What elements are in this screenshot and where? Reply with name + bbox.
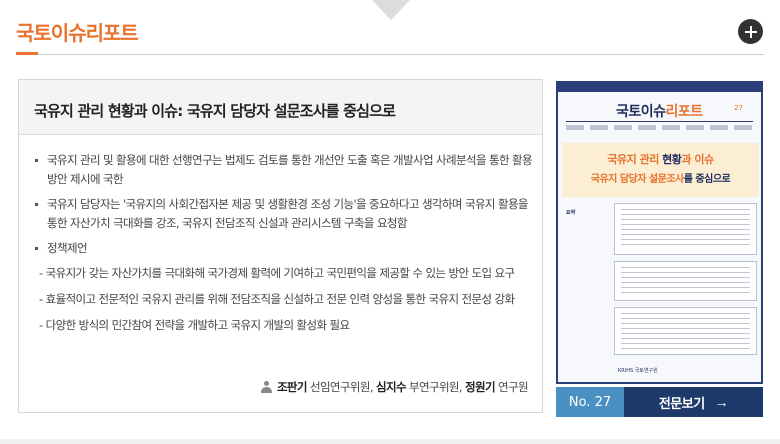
title-underline-accent — [16, 52, 38, 55]
top-notch-decoration — [372, 0, 410, 20]
summary-item-text: 정책제언 — [47, 241, 88, 255]
author-name: 정원기 — [465, 380, 496, 394]
authors-line: 조판기 선임연구위원, 심지수 부연구위원, 정원기 연구원 — [260, 379, 529, 395]
more-plus-button[interactable] — [738, 19, 763, 44]
summary-item: 정책제언 - 국유지가 갖는 자산가치를 극대화해 국가경제 활력에 기여하고 … — [35, 239, 535, 335]
cover-text-box — [614, 261, 757, 301]
cover-top-band — [558, 83, 761, 92]
summary-list: 국유지 관리 및 활용에 대한 선행연구는 법제도 검토를 통한 개선안 도출 … — [35, 151, 535, 342]
author-role: 선임연구위원 — [309, 380, 370, 394]
view-full-label: 전문보기 — [658, 395, 705, 411]
cover-section-label: 요약 — [566, 210, 576, 216]
bullet-icon — [35, 203, 38, 206]
arrow-right-icon: → — [714, 394, 729, 410]
summary-item: 국유지 관리 및 활용에 대한 선행연구는 법제도 검토를 통한 개선안 도출 … — [35, 151, 535, 189]
title-divider — [16, 54, 764, 55]
bullet-icon — [35, 247, 38, 250]
cover-publisher: KRIHS 국토연구원 — [618, 368, 658, 374]
summary-item-text: 국유지 관리 및 활용에 대한 선행연구는 법제도 검토를 통한 개선안 도출 … — [47, 153, 533, 186]
section-title: 국토이슈리포트 — [16, 21, 139, 45]
policy-list: - 국유지가 갖는 자산가치를 극대화해 국가경제 활력에 기여하고 국민편익을… — [35, 264, 535, 335]
bottom-divider — [0, 439, 780, 444]
cover-rule — [566, 121, 753, 122]
person-icon — [260, 381, 272, 393]
report-card: 국유지 관리 현황과 이슈: 국유지 담당자 설문조사를 중심으로 국유지 관리… — [18, 79, 543, 413]
policy-item: - 다양한 방식의 민간참여 전략을 개발하고 국유지 개발의 활성화 필요 — [39, 318, 350, 332]
report-card-header: 국유지 관리 현황과 이슈: 국유지 담당자 설문조사를 중심으로 — [19, 80, 542, 135]
cover-headline: 국유지 관리 현황과 이슈 국유지 담당자 설문조사를 중심으로 — [562, 143, 759, 197]
cover-issue-number: 27 — [734, 104, 743, 112]
cover-text-box — [614, 203, 757, 255]
bullet-icon — [35, 159, 38, 162]
policy-item: - 효율적이고 전문적인 국유지 관리를 위해 전담조직을 신설하고 전문 인력… — [39, 292, 515, 306]
summary-item: 국유지 담당자는 '국유지의 사회간접자본 제공 및 생활환경 조성 기능'을 … — [35, 195, 535, 233]
view-full-button[interactable]: 전문보기 → — [624, 387, 763, 417]
issue-number-badge: No. 27 — [556, 387, 624, 417]
policy-item: - 국유지가 갖는 자산가치를 극대화해 국가경제 활력에 기여하고 국민편익을… — [39, 266, 515, 280]
summary-item-text: 국유지 담당자는 '국유지의 사회간접자본 제공 및 생활환경 조성 기능'을 … — [47, 197, 529, 230]
cover-meta-line — [566, 125, 753, 130]
report-cover-thumbnail[interactable]: 국토이슈리포트 27 국유지 관리 현황과 이슈 국유지 담당자 설문조사를 중… — [556, 81, 763, 384]
plus-icon-vertical — [749, 25, 752, 38]
cover-text-box — [614, 307, 757, 355]
author-name: 조판기 — [276, 380, 308, 394]
report-title[interactable]: 국유지 관리 현황과 이슈: 국유지 담당자 설문조사를 중심으로 — [34, 100, 542, 121]
author-role: 연구원 — [498, 380, 529, 394]
author-role: 부연구위원 — [409, 380, 460, 394]
author-name: 심지수 — [375, 380, 407, 394]
cover-brand: 국토이슈리포트 — [616, 104, 703, 120]
